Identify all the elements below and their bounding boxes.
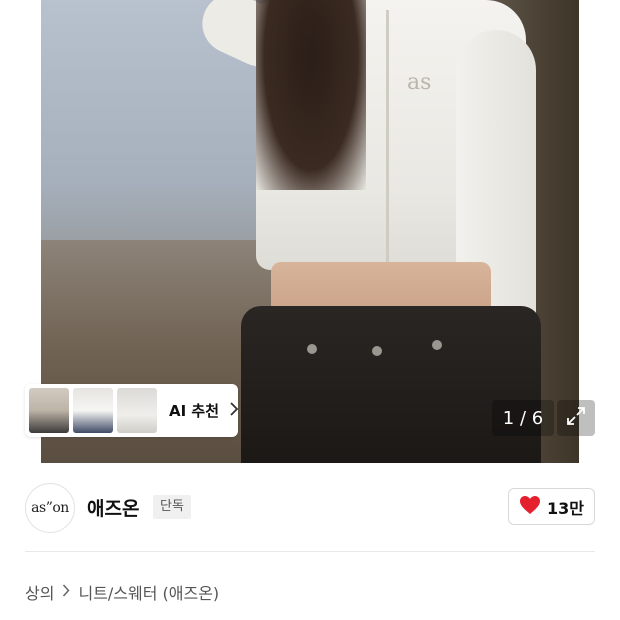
- ai-recommend-label: AI 추천: [169, 402, 220, 420]
- exclusive-badge: 단독: [153, 495, 191, 519]
- ai-recommend-thumbnail[interactable]: [117, 388, 157, 433]
- chevron-right-icon: [229, 401, 239, 420]
- section-divider: [25, 551, 595, 552]
- photo-hair: [256, 0, 366, 190]
- photo-sweater-logo: as: [407, 70, 432, 95]
- ai-recommend-thumbnail[interactable]: [73, 388, 113, 433]
- breadcrumb-item-knit-sweater[interactable]: 니트/스웨터 (애즈온): [78, 580, 219, 604]
- like-count: 13만: [547, 498, 584, 518]
- expand-arrows-icon: [565, 405, 587, 431]
- product-image-gallery[interactable]: as AI 추천 1 / 6: [0, 0, 620, 463]
- brand-name-link[interactable]: 애즈온: [87, 494, 139, 521]
- breadcrumb-item-tops[interactable]: 상의: [25, 580, 54, 604]
- brand-logo-avatar[interactable]: as”on: [25, 483, 75, 533]
- ai-recommend-card[interactable]: AI 추천: [25, 384, 239, 437]
- photo-pants-button: [307, 344, 317, 354]
- ai-recommend-thumbnail[interactable]: [29, 388, 69, 433]
- image-counter: 1 / 6: [492, 400, 554, 436]
- breadcrumb: 상의 니트/스웨터 (애즈온): [25, 580, 219, 604]
- photo-pants-button: [432, 340, 442, 350]
- like-button[interactable]: 13만: [508, 488, 595, 525]
- chevron-right-icon: [62, 583, 70, 601]
- photo-pants: [241, 306, 541, 463]
- photo-zipper: [386, 10, 389, 265]
- photo-pants-button: [372, 346, 382, 356]
- brand-row: as”on 애즈온 단독 13만: [25, 483, 595, 533]
- expand-button[interactable]: [557, 400, 595, 436]
- heart-icon: [519, 495, 541, 519]
